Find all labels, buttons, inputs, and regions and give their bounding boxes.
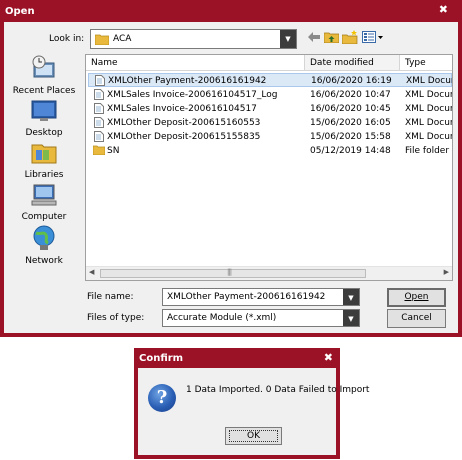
horizontal-scrollbar[interactable]: ◀ ||| ▶: [86, 266, 452, 280]
scrollbar-thumb[interactable]: |||: [100, 268, 366, 278]
recent-places-icon: [10, 55, 78, 84]
new-folder-icon[interactable]: [341, 30, 359, 48]
chevron-down-icon[interactable]: ▼: [280, 30, 296, 48]
place-computer[interactable]: Computer: [10, 183, 78, 222]
file-type-value: Accurate Module (*.xml): [167, 313, 277, 323]
chevron-down-icon[interactable]: ▼: [343, 310, 359, 326]
open-dialog-title: Open: [5, 6, 35, 17]
confirm-dialog-body: ? 1 Data Imported. 0 Data Failed to Impo…: [138, 368, 369, 455]
folder-icon: [93, 145, 105, 158]
file-date: 16/06/2020 16:19: [311, 76, 392, 86]
open-dialog-body: Look in: ACA ▼ Recent Places Desktop Lib…: [4, 22, 458, 333]
file-type: XML Docum: [405, 90, 452, 100]
file-date: 15/06/2020 16:05: [310, 118, 391, 128]
confirm-dialog-close-button[interactable]: ✖: [324, 351, 333, 364]
places-bar: Recent Places Desktop Libraries Computer: [10, 55, 78, 285]
xml-file-icon: [94, 117, 104, 131]
file-type: XML Docum: [406, 76, 452, 86]
place-label: Network: [25, 256, 63, 266]
focus-rectangle: [229, 430, 278, 442]
file-name: XMLSales Invoice-200616104517: [107, 104, 257, 114]
column-header-name[interactable]: ^ Name: [86, 55, 305, 71]
network-icon: [10, 225, 78, 254]
xml-file-icon: [95, 75, 105, 89]
column-header-type[interactable]: Type: [400, 55, 452, 71]
desktop-icon: [10, 99, 78, 126]
file-type-label: Files of type:: [87, 313, 145, 323]
file-name: SN: [107, 146, 120, 156]
column-header-date-modified[interactable]: Date modified: [305, 55, 400, 71]
xml-file-icon: [94, 131, 104, 145]
file-type: File folder: [405, 146, 450, 156]
file-name: XMLOther Deposit-200615160553: [107, 118, 261, 128]
place-label: Recent Places: [12, 86, 76, 96]
confirm-dialog-title: Confirm: [139, 353, 184, 364]
open-dialog: Open ✖ Look in: ACA ▼ Recent Places Desk…: [0, 0, 462, 337]
confirm-message: 1 Data Imported. 0 Data Failed to Import: [186, 385, 370, 395]
xml-file-icon: [94, 89, 104, 103]
place-label: Libraries: [24, 170, 64, 180]
view-menu-icon[interactable]: [361, 30, 385, 48]
file-row[interactable]: XMLOther Deposit-200615160553 15/06/2020…: [88, 116, 452, 130]
open-dialog-close-button[interactable]: ✖: [439, 3, 448, 16]
xml-file-icon: [94, 103, 104, 117]
file-date: 15/06/2020 15:58: [310, 132, 391, 142]
scroll-right-icon[interactable]: ▶: [444, 268, 449, 276]
place-label: Desktop: [25, 128, 63, 138]
place-libraries[interactable]: Libraries: [10, 141, 78, 180]
file-name: XMLSales Invoice-200616104517_Log: [107, 90, 278, 100]
place-network[interactable]: Network: [10, 225, 78, 266]
computer-icon: [10, 183, 78, 210]
file-type: XML Docum: [405, 118, 452, 128]
file-name-label: File name:: [87, 292, 134, 302]
look-in-combo[interactable]: ACA ▼: [90, 29, 297, 49]
sort-ascending-icon: ^: [146, 54, 152, 60]
scroll-left-icon[interactable]: ◀: [89, 268, 94, 276]
libraries-icon: [10, 141, 78, 168]
chevron-down-icon[interactable]: ▼: [343, 289, 359, 305]
file-row[interactable]: XMLSales Invoice-200616104517_Log 16/06/…: [88, 88, 452, 102]
file-date: 16/06/2020 10:45: [310, 104, 391, 114]
up-folder-icon[interactable]: [322, 30, 340, 48]
file-row[interactable]: XMLOther Payment-200616161942 16/06/2020…: [88, 73, 452, 87]
file-type-select[interactable]: Accurate Module (*.xml) ▼: [162, 309, 360, 327]
open-button[interactable]: Open: [387, 288, 446, 307]
confirm-dialog: Confirm ✖ ? 1 Data Imported. 0 Data Fail…: [134, 348, 369, 459]
file-row[interactable]: XMLSales Invoice-200616104517 16/06/2020…: [88, 102, 452, 116]
question-icon: ?: [148, 384, 176, 412]
file-date: 16/06/2020 10:47: [310, 90, 391, 100]
look-in-label: Look in:: [49, 34, 85, 44]
file-type: XML Docum: [405, 132, 452, 142]
file-row[interactable]: SN 05/12/2019 14:48 File folder: [88, 144, 452, 158]
file-name-field[interactable]: XMLOther Payment-200616161942 ▼: [162, 288, 360, 306]
file-date: 05/12/2019 14:48: [310, 146, 391, 156]
grip-icon: |||: [227, 268, 232, 276]
cancel-button[interactable]: Cancel: [387, 309, 446, 328]
file-name: XMLOther Deposit-200615155835: [107, 132, 261, 142]
ok-button[interactable]: OK: [225, 427, 282, 445]
back-arrow-icon[interactable]: [305, 30, 323, 48]
place-label: Computer: [21, 212, 67, 222]
file-name-value: XMLOther Payment-200616161942: [167, 292, 326, 302]
look-in-value: ACA: [113, 34, 132, 44]
file-row[interactable]: XMLOther Deposit-200615155835 15/06/2020…: [88, 130, 452, 144]
file-type: XML Docum: [405, 104, 452, 114]
file-name: XMLOther Payment-200616161942: [108, 76, 267, 86]
file-list[interactable]: ^ Name Date modified Type XMLOther Payme…: [85, 54, 453, 281]
place-recent-places[interactable]: Recent Places: [10, 55, 78, 96]
folder-icon: [94, 33, 110, 48]
place-desktop[interactable]: Desktop: [10, 99, 78, 138]
